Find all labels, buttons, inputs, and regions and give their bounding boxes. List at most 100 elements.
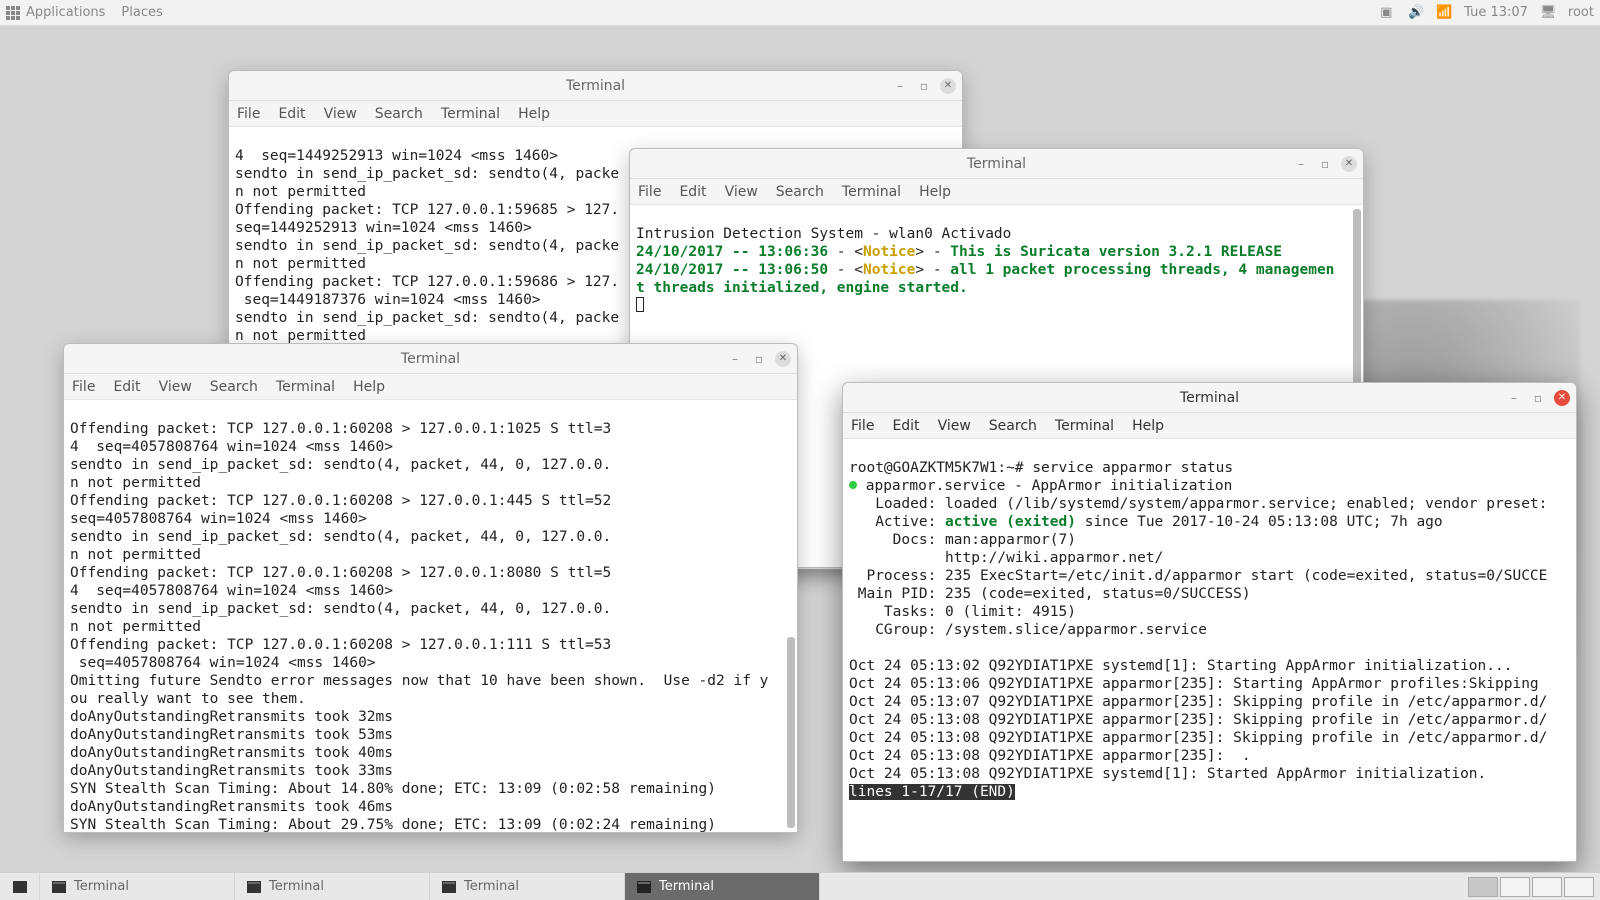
workspace-1[interactable] (1468, 877, 1498, 897)
output-text: - < (828, 244, 863, 260)
terminal-icon (247, 881, 261, 893)
menu-search[interactable]: Search (989, 418, 1037, 434)
menu-terminal[interactable]: Terminal (1055, 418, 1114, 434)
output-line: Intrusion Detection System - wlan0 Activ… (636, 226, 1011, 242)
taskbar-item-label: Terminal (74, 879, 129, 894)
workspace-switcher[interactable] (1462, 873, 1600, 900)
clock-label[interactable]: Tue 13:07 (1464, 5, 1528, 20)
menu-terminal[interactable]: Terminal (441, 106, 500, 122)
window-title: Terminal (967, 156, 1026, 172)
menu-help[interactable]: Help (919, 184, 951, 200)
menu-terminal[interactable]: Terminal (842, 184, 901, 200)
menu-view[interactable]: View (159, 379, 192, 395)
workspace-4[interactable] (1564, 877, 1594, 897)
network-icon[interactable]: 📶 (1436, 5, 1452, 21)
window-title: Terminal (401, 351, 460, 367)
volume-icon[interactable]: 🔊 (1408, 5, 1424, 21)
menu-edit[interactable]: Edit (679, 184, 706, 200)
output-line: sendto in send_ip_packet_sd: sendto(4, p… (70, 601, 611, 617)
menu-edit[interactable]: Edit (892, 418, 919, 434)
menu-view[interactable]: View (324, 106, 357, 122)
menu-search[interactable]: Search (210, 379, 258, 395)
scrollbar-thumb[interactable] (787, 637, 795, 828)
output-line: sendto in send_ip_packet_sd: sendto(4, p… (235, 310, 619, 326)
terminal-output[interactable]: root@GOAZKTM5K7W1:~# service apparmor st… (843, 439, 1576, 861)
pager-status: lines 1-17/17 (END) (849, 784, 1015, 800)
taskbar-launcher[interactable] (0, 873, 40, 900)
window-minimize-button[interactable] (1293, 156, 1309, 172)
window-close-button[interactable] (940, 78, 956, 94)
window-minimize-button[interactable] (892, 78, 908, 94)
menu-view[interactable]: View (725, 184, 758, 200)
service-name: apparmor.service - AppArmor initializati… (857, 478, 1232, 494)
output-line: n not permitted (70, 547, 201, 563)
taskbar-item-terminal-3[interactable]: Terminal (430, 873, 625, 900)
places-menu[interactable]: Places (121, 5, 162, 20)
taskbar-item-terminal-1[interactable]: Terminal (40, 873, 235, 900)
log-line: Oct 24 05:13:08 Q92YDIAT1PXE apparmor[23… (849, 712, 1547, 728)
output-line: n not permitted (235, 328, 366, 344)
window-close-button[interactable] (775, 351, 791, 367)
output-line: n not permitted (235, 184, 366, 200)
menu-help[interactable]: Help (518, 106, 550, 122)
terminal-icon (52, 881, 66, 893)
scrollbar[interactable] (787, 404, 795, 828)
output-line: Docs: man:apparmor(7) (849, 532, 1076, 548)
camera-indicator-icon[interactable]: ▣ (1380, 5, 1396, 21)
log-message: t threads initialized, engine started. (636, 280, 968, 296)
user-label[interactable]: root (1568, 5, 1594, 20)
window-maximize-button[interactable] (751, 351, 767, 367)
output-text: > - (915, 244, 950, 260)
taskbar-item-terminal-4[interactable]: Terminal (625, 873, 820, 900)
taskbar: Terminal Terminal Terminal Terminal (0, 872, 1600, 900)
menu-edit[interactable]: Edit (113, 379, 140, 395)
window-maximize-button[interactable] (1317, 156, 1333, 172)
menu-view[interactable]: View (938, 418, 971, 434)
output-line: http://wiki.apparmor.net/ (849, 550, 1163, 566)
window-close-button[interactable] (1341, 156, 1357, 172)
applications-menu[interactable]: Applications (26, 5, 105, 20)
taskbar-item-label: Terminal (464, 879, 519, 894)
window-titlebar[interactable]: Terminal (630, 149, 1363, 179)
output-line: Tasks: 0 (limit: 4915) (849, 604, 1076, 620)
menu-file[interactable]: File (72, 379, 95, 395)
output-line: sendto in send_ip_packet_sd: sendto(4, p… (235, 238, 619, 254)
terminal-menubar: File Edit View Search Terminal Help (229, 101, 962, 127)
taskbar-item-terminal-2[interactable]: Terminal (235, 873, 430, 900)
window-minimize-button[interactable] (1506, 390, 1522, 406)
output-line: Offending packet: TCP 127.0.0.1:60208 > … (70, 565, 611, 581)
output-line: ou really want to see them. (70, 691, 306, 707)
menu-file[interactable]: File (638, 184, 661, 200)
terminal-output[interactable]: Offending packet: TCP 127.0.0.1:60208 > … (64, 400, 797, 832)
terminal-icon (442, 881, 456, 893)
output-line: 4 seq=4057808764 win=1024 <mss 1460> (70, 439, 393, 455)
output-text: > - (915, 262, 950, 278)
window-titlebar[interactable]: Terminal (229, 71, 962, 101)
window-maximize-button[interactable] (1530, 390, 1546, 406)
terminal-icon (13, 881, 27, 893)
window-close-button[interactable] (1554, 390, 1570, 406)
menu-edit[interactable]: Edit (278, 106, 305, 122)
output-line: Loaded: loaded (/lib/systemd/system/appa… (849, 496, 1556, 512)
output-line: doAnyOutstandingRetransmits took 46ms (70, 799, 393, 815)
workspace-3[interactable] (1532, 877, 1562, 897)
output-line: CGroup: /system.slice/apparmor.service (849, 622, 1207, 638)
menu-search[interactable]: Search (375, 106, 423, 122)
terminal-window-3[interactable]: Terminal File Edit View Search Terminal … (63, 343, 798, 833)
workspace-2[interactable] (1500, 877, 1530, 897)
monitor-icon[interactable]: 🖥 (1540, 5, 1556, 21)
menu-help[interactable]: Help (1132, 418, 1164, 434)
window-titlebar[interactable]: Terminal (843, 383, 1576, 413)
menu-file[interactable]: File (237, 106, 260, 122)
apps-grid-icon[interactable] (6, 6, 20, 20)
menu-file[interactable]: File (851, 418, 874, 434)
window-titlebar[interactable]: Terminal (64, 344, 797, 374)
menu-terminal[interactable]: Terminal (276, 379, 335, 395)
menu-search[interactable]: Search (776, 184, 824, 200)
window-minimize-button[interactable] (727, 351, 743, 367)
menu-help[interactable]: Help (353, 379, 385, 395)
timestamp: 24/10/2017 -- 13:06:50 (636, 262, 828, 278)
window-maximize-button[interactable] (916, 78, 932, 94)
taskbar-item-label: Terminal (269, 879, 324, 894)
terminal-window-4[interactable]: Terminal File Edit View Search Terminal … (842, 382, 1577, 862)
